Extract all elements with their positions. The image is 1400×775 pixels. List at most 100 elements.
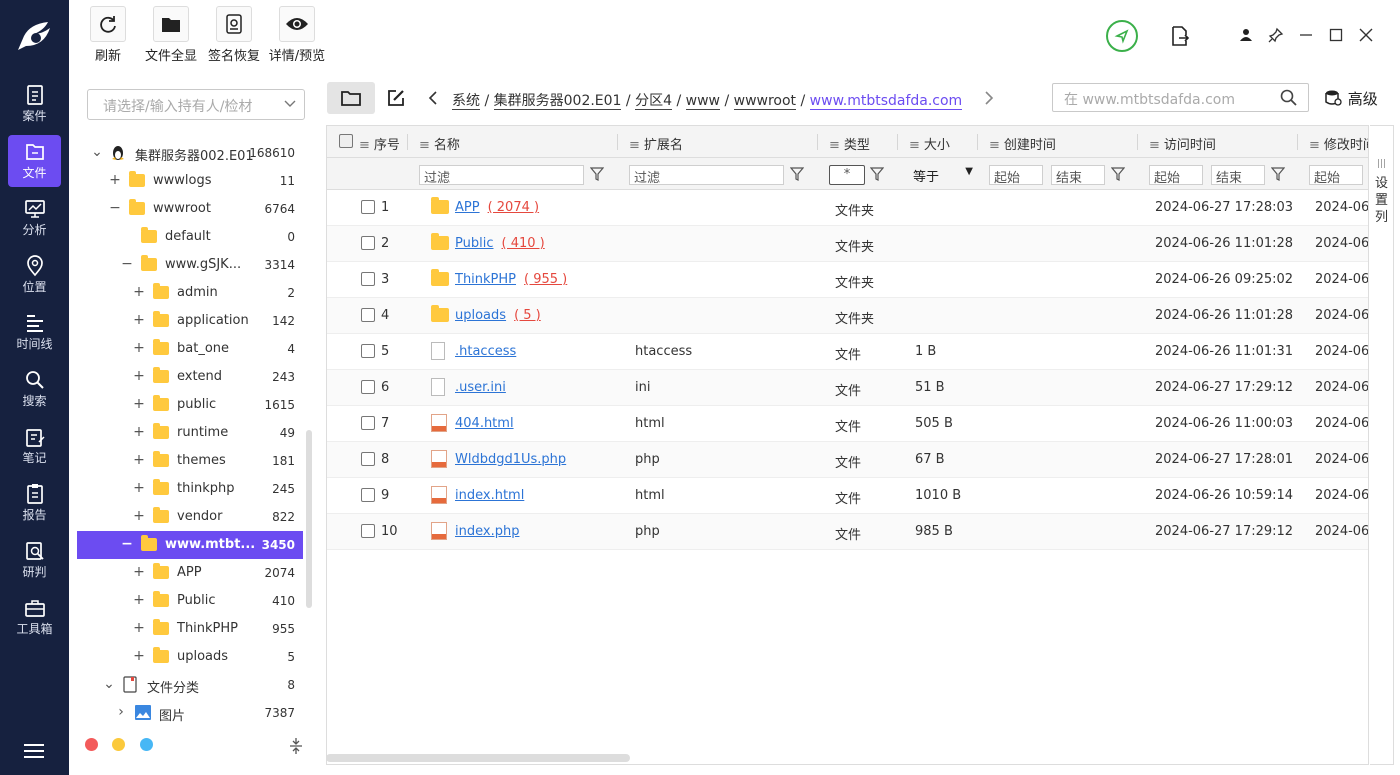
accessed-start-input[interactable]: 起始 xyxy=(1149,165,1203,186)
table-row[interactable]: 3 ThinkPHP ( 955 ) 文件夹 2024-06-26 09:25:02 20… xyxy=(327,262,1368,298)
advanced-search-button[interactable]: 高级 xyxy=(1325,88,1378,109)
tree-node[interactable]: + themes 181 xyxy=(77,447,303,475)
back-button[interactable] xyxy=(424,82,442,114)
row-checkbox[interactable] xyxy=(361,200,375,214)
breadcrumb-item[interactable]: 系统 xyxy=(452,93,480,110)
tree-toggle-icon[interactable]: + xyxy=(133,284,145,300)
breadcrumb-item[interactable]: wwwroot xyxy=(733,93,797,110)
tree-node[interactable]: + thinkphp 245 xyxy=(77,475,303,503)
collapse-icon[interactable] xyxy=(288,737,304,755)
nav-item-search[interactable]: 搜索 xyxy=(8,363,61,415)
tree-toggle-icon[interactable]: + xyxy=(133,592,145,608)
table-row[interactable]: 1 APP ( 2074 ) 文件夹 2024-06-27 17:28:03 2024-0… xyxy=(327,190,1368,226)
tree-toggle-icon[interactable]: › xyxy=(115,704,127,720)
filter-icon[interactable] xyxy=(1271,167,1285,181)
nav-item-timeline[interactable]: 时间线 xyxy=(8,306,61,358)
nav-item-file[interactable]: 文件 xyxy=(8,135,61,187)
column-divider[interactable] xyxy=(617,134,618,150)
item-count[interactable]: ( 2074 ) xyxy=(488,200,540,215)
row-checkbox[interactable] xyxy=(361,524,375,538)
edit-path-button[interactable] xyxy=(382,82,410,114)
tree-toggle-icon[interactable]: + xyxy=(133,564,145,580)
file-name-link[interactable]: uploads xyxy=(455,308,506,323)
details-preview-button[interactable]: 详情/预览 xyxy=(265,6,329,64)
tree-node[interactable]: + ThinkPHP 955 xyxy=(77,615,303,643)
tree-toggle-icon[interactable]: + xyxy=(133,340,145,356)
breadcrumb-current[interactable]: www.mtbtsdafda.com xyxy=(809,93,963,110)
horizontal-scrollbar[interactable] xyxy=(326,754,630,762)
tree-node[interactable]: + vendor 822 xyxy=(77,503,303,531)
nav-item-research[interactable]: 研判 xyxy=(8,534,61,586)
column-divider[interactable] xyxy=(977,134,978,150)
refresh-button[interactable]: 刷新 xyxy=(76,6,140,64)
select-all-checkbox[interactable] xyxy=(339,134,353,148)
header-accessed[interactable]: 访问时间 xyxy=(1149,134,1216,153)
item-count[interactable]: ( 955 ) xyxy=(524,272,567,287)
file-name-link[interactable]: 404.html xyxy=(455,416,514,431)
tree-node[interactable]: − wwwroot 6764 xyxy=(77,195,303,223)
minimize-button[interactable] xyxy=(1296,25,1316,45)
row-checkbox[interactable] xyxy=(361,416,375,430)
file-name-link[interactable]: ThinkPHP xyxy=(455,272,516,287)
tree-node[interactable]: ⌄ 集群服务器002.E01 168610 xyxy=(77,139,303,167)
filter-icon[interactable] xyxy=(590,167,604,181)
breadcrumb-item[interactable]: 集群服务器002.E01 xyxy=(493,93,622,110)
set-columns-button[interactable]: ||| 设置列 xyxy=(1370,125,1394,765)
tree-node[interactable]: − www.gSJK... 3314 xyxy=(77,251,303,279)
tree-node[interactable]: + public 1615 xyxy=(77,391,303,419)
table-row[interactable]: 2 Public ( 410 ) 文件夹 2024-06-26 11:01:28 2024… xyxy=(327,226,1368,262)
owner-select[interactable]: 请选择/输入持有人/检材 xyxy=(87,89,305,120)
tree-node[interactable]: + admin 2 xyxy=(77,279,303,307)
search-input[interactable]: 在 www.mtbtsdafda.com xyxy=(1052,83,1309,112)
table-row[interactable]: 8 Wldbdgd1Us.php php 文件 67 B 2024-06-27 17:28… xyxy=(327,442,1368,478)
tree-toggle-icon[interactable]: ⌄ xyxy=(103,676,115,692)
tree-toggle-icon[interactable]: + xyxy=(133,396,145,412)
ext-filter-input[interactable]: 过滤 xyxy=(629,165,784,186)
table-row[interactable]: 7 404.html html 文件 505 B 2024-06-26 11:00:03 2… xyxy=(327,406,1368,442)
tree-node[interactable]: default 0 xyxy=(77,223,303,251)
header-index[interactable]: 序号 xyxy=(359,134,400,153)
nav-item-location[interactable]: 位置 xyxy=(8,249,61,301)
column-divider[interactable] xyxy=(897,134,898,150)
column-divider[interactable] xyxy=(1297,134,1298,150)
maximize-button[interactable] xyxy=(1326,25,1346,45)
row-checkbox[interactable] xyxy=(361,236,375,250)
red-dot[interactable] xyxy=(85,738,98,751)
column-divider[interactable] xyxy=(1137,134,1138,150)
tree-toggle-icon[interactable]: ⌄ xyxy=(91,144,103,160)
tree-node[interactable]: + wwwlogs 11 xyxy=(77,167,303,195)
file-name-link[interactable]: index.php xyxy=(455,524,519,539)
row-checkbox[interactable] xyxy=(361,380,375,394)
size-operator-select[interactable]: 等于 ▼ xyxy=(909,165,977,185)
item-count[interactable]: ( 5 ) xyxy=(514,308,541,323)
created-start-input[interactable]: 起始 xyxy=(989,165,1043,186)
header-created[interactable]: 创建时间 xyxy=(989,134,1056,153)
table-row[interactable]: 9 index.html html 文件 1010 B 2024-06-26 10:59:… xyxy=(327,478,1368,514)
folder-view-button[interactable] xyxy=(327,82,375,114)
name-filter-input[interactable]: 过滤 xyxy=(419,165,584,186)
created-end-input[interactable]: 结束 xyxy=(1051,165,1105,186)
table-row[interactable]: 10 index.php php 文件 985 B 2024-06-27 17:29:12… xyxy=(327,514,1368,550)
nav-item-toolbox[interactable]: 工具箱 xyxy=(8,591,61,643)
tree-toggle-icon[interactable]: + xyxy=(133,312,145,328)
tree-toggle-icon[interactable]: + xyxy=(133,480,145,496)
row-checkbox[interactable] xyxy=(361,452,375,466)
breadcrumb-item[interactable]: www xyxy=(685,93,720,110)
item-count[interactable]: ( 410 ) xyxy=(501,236,544,251)
filter-icon[interactable] xyxy=(790,167,804,181)
tree-toggle-icon[interactable]: + xyxy=(133,424,145,440)
row-checkbox[interactable] xyxy=(361,488,375,502)
header-ext[interactable]: 扩展名 xyxy=(629,134,683,153)
file-name-link[interactable]: Public xyxy=(455,236,493,251)
filter-icon[interactable] xyxy=(870,167,884,181)
tree-node[interactable]: + application 142 xyxy=(77,307,303,335)
user-button[interactable] xyxy=(1236,25,1256,45)
nav-item-report[interactable]: 报告 xyxy=(8,477,61,529)
file-name-link[interactable]: index.html xyxy=(455,488,524,503)
column-divider[interactable] xyxy=(817,134,818,150)
tree-toggle-icon[interactable]: + xyxy=(133,648,145,664)
row-checkbox[interactable] xyxy=(361,272,375,286)
tree-toggle-icon[interactable]: − xyxy=(121,536,133,552)
tree-node[interactable]: › 图片 7387 xyxy=(77,699,303,727)
table-row[interactable]: 4 uploads ( 5 ) 文件夹 2024-06-26 11:01:28 2024-… xyxy=(327,298,1368,334)
